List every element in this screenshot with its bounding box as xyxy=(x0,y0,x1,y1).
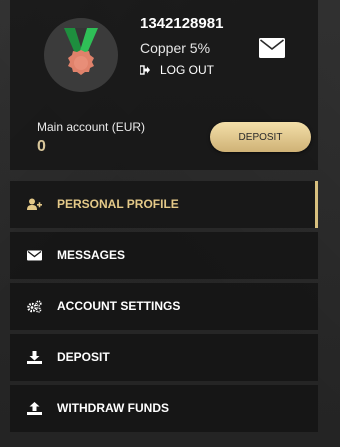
deposit-button[interactable]: DEPOSIT xyxy=(210,122,311,152)
menu-item-deposit[interactable]: DEPOSIT xyxy=(10,334,318,381)
medal-icon xyxy=(64,28,98,75)
upload-icon xyxy=(27,402,42,415)
user-id: 1342128981 xyxy=(140,15,224,32)
logout-icon xyxy=(140,65,150,75)
envelope-icon xyxy=(27,250,42,261)
user-plus-icon xyxy=(27,198,42,210)
account-balance: 0 xyxy=(37,138,46,155)
logout-label: LOG OUT xyxy=(160,63,215,77)
menu-item-label: WITHDRAW FUNDS xyxy=(57,401,169,415)
envelope-icon xyxy=(259,38,285,58)
gears-icon xyxy=(27,300,42,313)
account-summary-panel: 1342128981 Copper 5% LOG OUT Main accoun… xyxy=(10,0,318,170)
download-icon xyxy=(27,351,42,364)
menu-item-label: MESSAGES xyxy=(57,248,126,262)
menu-item-label: ACCOUNT SETTINGS xyxy=(57,299,181,313)
messages-button[interactable] xyxy=(259,38,285,58)
menu-item-withdraw-funds[interactable]: WITHDRAW FUNDS xyxy=(10,385,318,432)
avatar xyxy=(44,18,118,92)
account-menu: PERSONAL PROFILE MESSAGES ACCOUNT SETTIN… xyxy=(10,181,318,436)
logout-link[interactable]: LOG OUT xyxy=(140,62,214,78)
account-label: Main account (EUR) xyxy=(37,120,146,134)
menu-item-label: DEPOSIT xyxy=(57,350,110,364)
menu-item-personal-profile[interactable]: PERSONAL PROFILE xyxy=(10,181,318,228)
loyalty-level: Copper 5% xyxy=(140,40,211,56)
menu-item-account-settings[interactable]: ACCOUNT SETTINGS xyxy=(10,283,318,330)
menu-item-messages[interactable]: MESSAGES xyxy=(10,232,318,279)
menu-item-label: PERSONAL PROFILE xyxy=(57,197,179,211)
